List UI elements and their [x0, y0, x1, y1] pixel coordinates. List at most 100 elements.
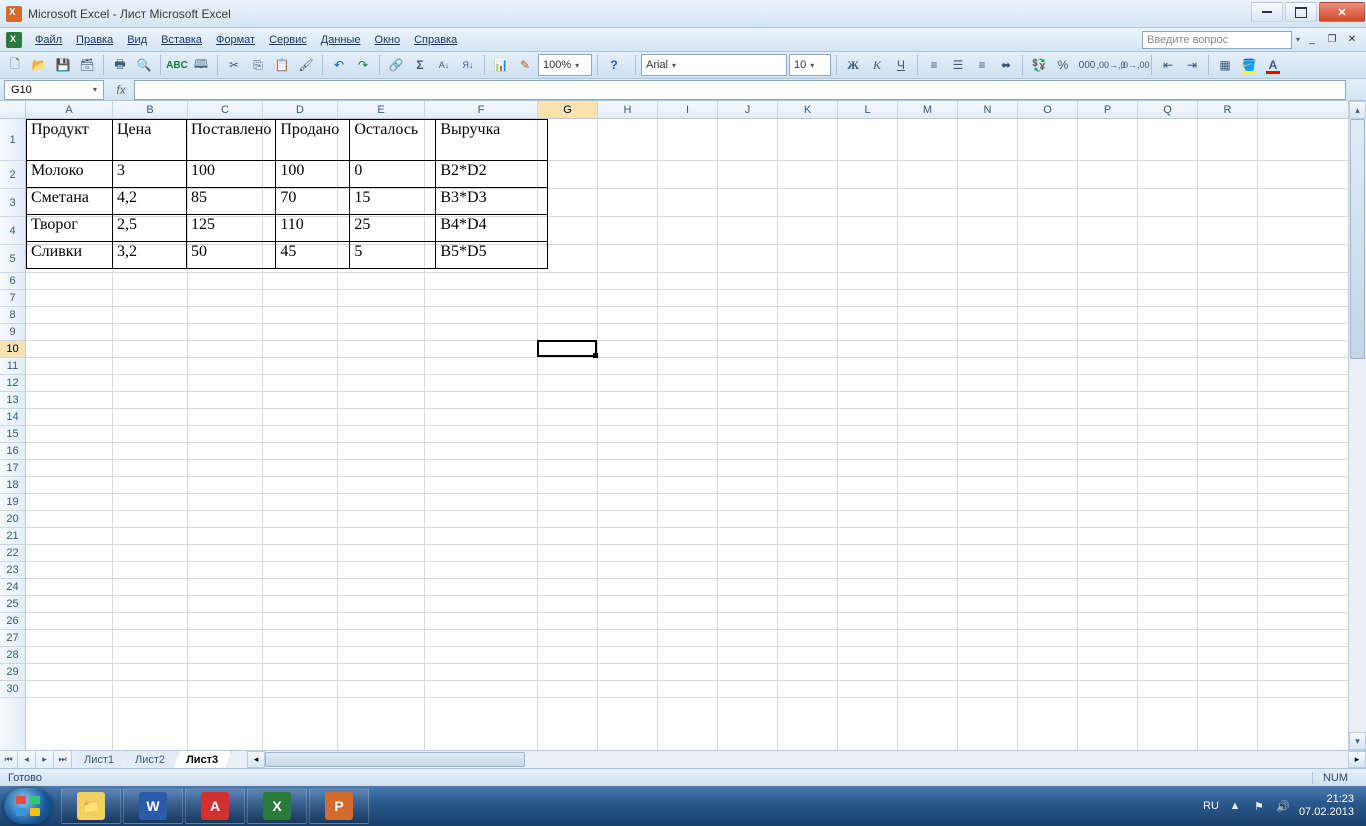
column-header[interactable]: D	[263, 101, 338, 118]
menu-view[interactable]: Вид	[120, 31, 154, 49]
row-header[interactable]: 13	[0, 392, 25, 409]
help-button[interactable]: ?	[603, 54, 625, 76]
cell[interactable]: 100	[187, 161, 276, 188]
percent-button[interactable]: %	[1052, 54, 1074, 76]
row-header[interactable]: 17	[0, 460, 25, 477]
cell[interactable]: 0	[350, 161, 436, 188]
cell[interactable]: 2,5	[113, 215, 187, 242]
row-header[interactable]: 21	[0, 528, 25, 545]
mdi-minimize-button[interactable]: _	[1304, 32, 1320, 48]
format-painter-button[interactable]: 🖌	[295, 54, 317, 76]
cell[interactable]: 3	[113, 161, 187, 188]
hyperlink-button[interactable]: 🔗	[385, 54, 407, 76]
row-header[interactable]: 19	[0, 494, 25, 511]
cell[interactable]: 5	[350, 242, 436, 269]
increase-decimal-button[interactable]: ,00→,0	[1100, 54, 1122, 76]
taskbar-word[interactable]: W	[123, 788, 183, 824]
undo-button[interactable]: ↶	[328, 54, 350, 76]
scroll-thumb-h[interactable]	[265, 752, 525, 767]
cell[interactable]: 3,2	[113, 242, 187, 269]
align-right-button[interactable]: ≡	[971, 54, 993, 76]
chart-wizard-button[interactable]: 📊	[490, 54, 512, 76]
cell[interactable]: 70	[276, 188, 350, 215]
scroll-thumb-v[interactable]	[1350, 119, 1365, 359]
cell[interactable]: Сливки	[27, 242, 113, 269]
row-header[interactable]: 8	[0, 307, 25, 324]
mdi-close-button[interactable]: ✕	[1344, 32, 1360, 48]
paste-button[interactable]: 📋	[271, 54, 293, 76]
menu-data[interactable]: Данные	[314, 31, 368, 49]
open-button[interactable]: 📂	[28, 54, 50, 76]
mdi-restore-button[interactable]: ❐	[1324, 32, 1340, 48]
vertical-scrollbar[interactable]: ▴ ▾	[1348, 101, 1366, 750]
print-preview-button[interactable]: 🔍	[133, 54, 155, 76]
row-header[interactable]: 18	[0, 477, 25, 494]
row-header[interactable]: 15	[0, 426, 25, 443]
decrease-indent-button[interactable]: ⇤	[1157, 54, 1179, 76]
cell[interactable]: B5*D5	[436, 242, 548, 269]
cell[interactable]: Продукт	[27, 120, 113, 161]
row-header[interactable]: 10	[0, 341, 25, 358]
underline-button[interactable]: Ч	[890, 54, 912, 76]
column-header[interactable]: C	[188, 101, 263, 118]
tray-volume-icon[interactable]: 🔊	[1275, 798, 1291, 814]
column-header[interactable]: N	[958, 101, 1018, 118]
row-header[interactable]: 20	[0, 511, 25, 528]
select-all-corner[interactable]	[0, 101, 26, 118]
row-header[interactable]: 26	[0, 613, 25, 630]
save-button[interactable]: 💾	[52, 54, 74, 76]
cell[interactable]: Выручка	[436, 120, 548, 161]
tray-action-icon[interactable]: ⚑	[1251, 798, 1267, 814]
row-header[interactable]: 7	[0, 290, 25, 307]
drawing-button[interactable]: ✎	[514, 54, 536, 76]
menu-window[interactable]: Окно	[368, 31, 408, 49]
cell[interactable]: B3*D3	[436, 188, 548, 215]
font-name-dropdown[interactable]: Arial▾	[641, 54, 787, 76]
cell[interactable]: 15	[350, 188, 436, 215]
row-header[interactable]: 29	[0, 664, 25, 681]
row-header[interactable]: 14	[0, 409, 25, 426]
cell[interactable]: Поставлено	[187, 120, 276, 161]
cell[interactable]: Продано	[276, 120, 350, 161]
tray-flag-icon[interactable]: ▲	[1227, 798, 1243, 814]
tab-nav-next[interactable]: ▸	[36, 751, 54, 768]
permission-button[interactable]: 🗃	[76, 54, 98, 76]
row-header[interactable]: 3	[0, 189, 25, 217]
borders-button[interactable]: ▦	[1214, 54, 1236, 76]
minimize-button[interactable]	[1251, 2, 1283, 22]
scroll-right-button[interactable]: ▸	[1348, 751, 1366, 768]
fill-handle[interactable]	[593, 353, 598, 358]
cell[interactable]: Осталось	[350, 120, 436, 161]
decrease-decimal-button[interactable]: ,0→,00	[1124, 54, 1146, 76]
taskbar-adobe[interactable]: A	[185, 788, 245, 824]
formula-input[interactable]	[134, 80, 1346, 100]
copy-button[interactable]: ⎘	[247, 54, 269, 76]
cell[interactable]: 25	[350, 215, 436, 242]
cell[interactable]: Цена	[113, 120, 187, 161]
tab-nav-first[interactable]: ⏮	[0, 751, 18, 768]
tab-nav-prev[interactable]: ◂	[18, 751, 36, 768]
menu-edit[interactable]: Правка	[69, 31, 120, 49]
font-size-dropdown[interactable]: 10▾	[789, 54, 831, 76]
column-header[interactable]: B	[113, 101, 188, 118]
column-header[interactable]: A	[26, 101, 113, 118]
row-header[interactable]: 30	[0, 681, 25, 698]
taskbar-excel[interactable]: X	[247, 788, 307, 824]
menu-tools[interactable]: Сервис	[262, 31, 314, 49]
row-header[interactable]: 9	[0, 324, 25, 341]
column-header[interactable]: P	[1078, 101, 1138, 118]
taskbar-explorer[interactable]: 📁	[61, 788, 121, 824]
horizontal-scrollbar[interactable]: ◂ ▸	[247, 751, 1366, 768]
row-header[interactable]: 4	[0, 217, 25, 245]
align-center-button[interactable]: ☰	[947, 54, 969, 76]
cut-button[interactable]: ✂	[223, 54, 245, 76]
fill-color-button[interactable]: 🪣	[1238, 54, 1260, 76]
sort-desc-button[interactable]: Я↓	[457, 54, 479, 76]
spellcheck-button[interactable]: ABC	[166, 54, 188, 76]
comma-button[interactable]: 000	[1076, 54, 1098, 76]
sheet-tab[interactable]: Лист2	[123, 751, 178, 768]
print-button[interactable]: 🖶	[109, 54, 131, 76]
zoom-dropdown[interactable]: 100%▾	[538, 54, 592, 76]
column-header[interactable]: Q	[1138, 101, 1198, 118]
scroll-down-button[interactable]: ▾	[1349, 732, 1366, 750]
